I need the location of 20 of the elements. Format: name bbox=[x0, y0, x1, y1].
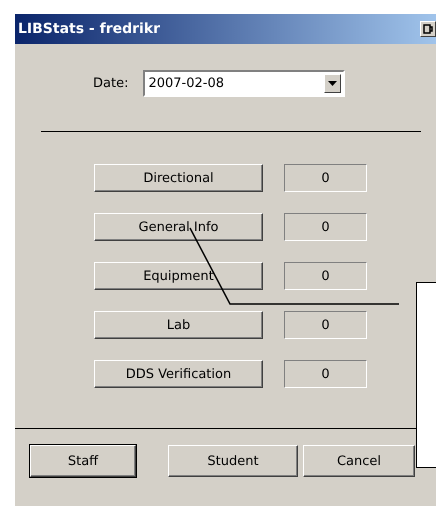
count-field: 0 bbox=[284, 164, 367, 192]
caret-icon bbox=[328, 81, 338, 86]
date-dropdown[interactable]: 2007-02-08 bbox=[143, 70, 346, 97]
category-button[interactable]: Directional bbox=[94, 164, 263, 192]
category-button[interactable]: Equipment bbox=[94, 262, 263, 290]
date-label: Date: bbox=[93, 76, 128, 91]
restore-icon bbox=[423, 24, 433, 34]
count-field: 0 bbox=[284, 213, 367, 241]
count-field: 0 bbox=[284, 311, 367, 339]
window-title: LIBStats - fredrikr bbox=[18, 21, 160, 37]
category-button[interactable]: Lab bbox=[94, 311, 263, 339]
restore-button[interactable] bbox=[420, 21, 436, 37]
category-button[interactable]: DDS Verification bbox=[94, 360, 263, 388]
count-field: 0 bbox=[284, 262, 367, 290]
count-field: 0 bbox=[284, 360, 367, 388]
dialog-button[interactable]: Staff bbox=[30, 445, 136, 477]
dialog-button[interactable]: Cancel bbox=[303, 445, 415, 477]
dialog-button[interactable]: Student bbox=[168, 445, 298, 477]
category-button[interactable]: General Info bbox=[94, 213, 263, 241]
dropdown-button[interactable] bbox=[324, 74, 342, 93]
